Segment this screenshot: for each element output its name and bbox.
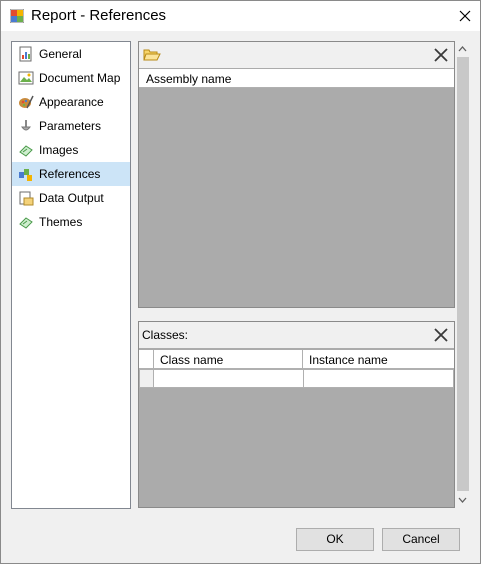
nav-item-general[interactable]: General <box>12 42 130 66</box>
report-references-dialog: Report - References General Document Map <box>0 0 481 564</box>
references-icon <box>19 169 32 181</box>
title-bar: Report - References <box>1 1 480 31</box>
ok-button[interactable]: OK <box>296 528 374 551</box>
nav-item-parameters[interactable]: Parameters <box>12 114 130 138</box>
section-nav-list: General Document Map Appearance Paramete… <box>11 41 131 509</box>
chevron-up-icon <box>458 45 467 51</box>
class-name-cell[interactable] <box>153 369 304 388</box>
nav-item-data-output[interactable]: Data Output <box>12 186 130 210</box>
scroll-up-button[interactable] <box>455 41 470 56</box>
classes-panel: Classes: Class name Instance name <box>138 321 455 508</box>
images-icon <box>19 145 33 157</box>
assemblies-panel: Assembly name <box>138 41 455 308</box>
nav-label-parameters: Parameters <box>39 119 102 133</box>
classes-label: Classes: <box>142 328 189 342</box>
row-selector[interactable] <box>139 369 154 388</box>
nav-label-document-map: Document Map <box>39 71 121 85</box>
vertical-scrollbar[interactable] <box>455 41 470 507</box>
scroll-down-button[interactable] <box>455 492 470 507</box>
window-title: Report - References <box>31 7 167 24</box>
assembly-name-column-header[interactable]: Assembly name <box>139 69 454 88</box>
cancel-button[interactable]: Cancel <box>382 528 460 551</box>
document-map-icon <box>18 71 34 85</box>
classes-toolbar: Classes: <box>139 322 454 348</box>
nav-item-appearance[interactable]: Appearance <box>12 90 130 114</box>
report-app-icon <box>10 9 24 23</box>
nav-label-general: General <box>39 47 82 61</box>
nav-item-document-map[interactable]: Document Map <box>12 66 130 90</box>
remove-assembly-icon[interactable] <box>433 47 449 63</box>
parameters-icon <box>21 120 31 131</box>
open-folder-icon[interactable] <box>143 47 161 63</box>
nav-item-themes[interactable]: Themes <box>12 210 130 234</box>
themes-icon <box>19 217 33 229</box>
nav-label-data-output: Data Output <box>39 191 104 205</box>
class-name-column-header[interactable]: Class name <box>154 350 303 369</box>
nav-label-appearance: Appearance <box>39 95 104 109</box>
nav-label-themes: Themes <box>39 215 83 229</box>
remove-class-icon[interactable] <box>433 327 449 343</box>
row-header-corner <box>139 350 154 369</box>
scrollbar-thumb[interactable] <box>457 57 469 491</box>
nav-label-images: Images <box>39 143 79 157</box>
instance-name-cell[interactable] <box>303 369 454 388</box>
close-icon <box>459 10 471 22</box>
window-close-button[interactable] <box>450 1 480 31</box>
instance-name-column-header[interactable]: Instance name <box>303 350 454 369</box>
chevron-down-icon <box>458 497 467 503</box>
general-icon <box>19 46 32 62</box>
assemblies-toolbar <box>139 42 454 68</box>
nav-label-references: References <box>39 167 101 181</box>
data-output-icon <box>19 191 34 206</box>
nav-item-images[interactable]: Images <box>12 138 130 162</box>
nav-item-references[interactable]: References <box>12 162 130 186</box>
appearance-icon <box>19 95 34 109</box>
